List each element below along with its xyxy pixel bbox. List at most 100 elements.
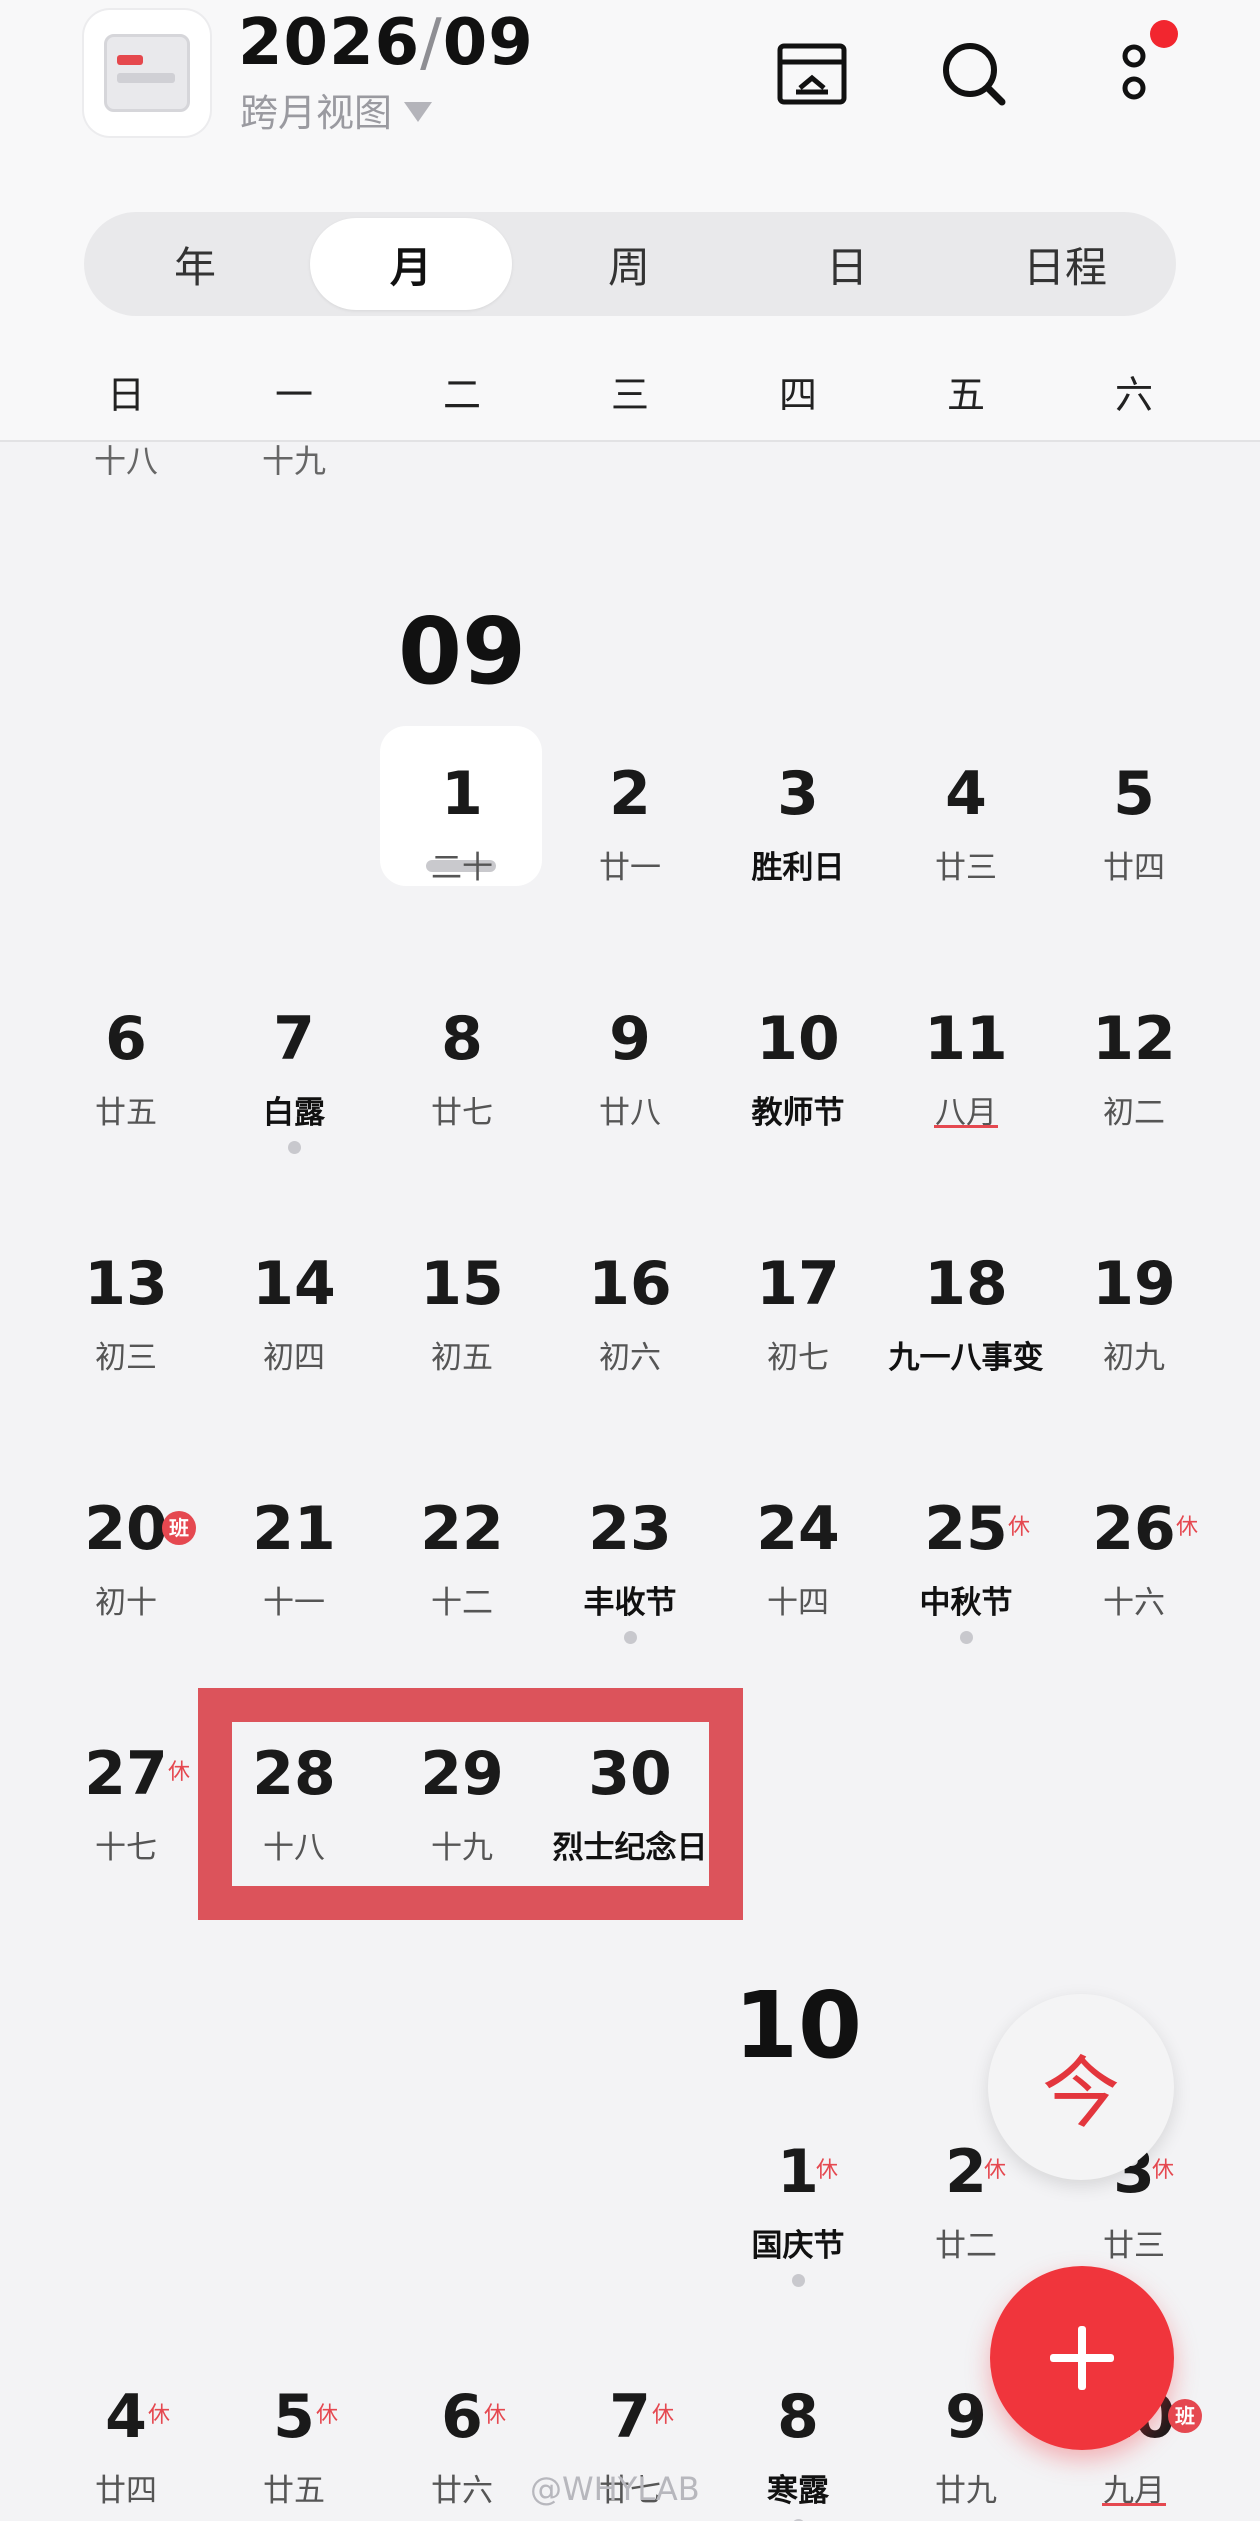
day-cell-sep-15[interactable]: 15 初五 <box>378 1248 546 1448</box>
day-number: 14 <box>252 1249 336 1319</box>
day-number: 15 <box>420 1249 504 1319</box>
holiday-label: 国庆节 <box>751 2228 845 2264</box>
holiday-label: 胜利日 <box>751 850 845 886</box>
day-cell-sep-2[interactable]: 2 廿一 <box>546 758 714 958</box>
lunar-date: 初二 <box>1103 1095 1165 1131</box>
day-cell-sep-18[interactable]: 18 九一八事变 <box>882 1248 1050 1448</box>
day-number: 6 <box>441 2382 483 2452</box>
lunar-date: 廿三 <box>1103 2228 1165 2264</box>
day-cell-sep-23[interactable]: 23 丰收节 <box>546 1493 714 1693</box>
day-number: 19 <box>1092 1249 1176 1319</box>
archive-icon[interactable] <box>774 36 850 112</box>
day-cell-oct-5[interactable]: 5 廿五 休 <box>210 2381 378 2521</box>
lunar-date: 廿七 <box>431 1095 493 1131</box>
day-cell-sep-10[interactable]: 10 教师节 <box>714 1003 882 1203</box>
day-number: 16 <box>588 1249 672 1319</box>
lunar-date: 初三 <box>95 1340 157 1376</box>
day-cell-sep-1[interactable]: 1 二十 <box>378 758 546 958</box>
event-dot <box>624 1631 637 1644</box>
day-cell-sep-27[interactable]: 27 十七 休 <box>42 1738 210 1938</box>
lunar-date: 十六 <box>1103 1585 1165 1621</box>
lunar-date: 廿八 <box>599 1095 661 1131</box>
lunar-date: 十四 <box>767 1585 829 1621</box>
lunar-date: 廿三 <box>935 850 997 886</box>
today-button[interactable]: 今 <box>988 1994 1174 2180</box>
day-number: 7 <box>273 1004 315 1074</box>
add-event-button[interactable] <box>990 2266 1174 2450</box>
solar-term-label: 白露 <box>263 1095 325 1131</box>
day-number: 24 <box>756 1494 840 1564</box>
day-number: 11 <box>924 1004 1008 1074</box>
day-cell-sep-11[interactable]: 11 八月 <box>882 1003 1050 1203</box>
day-cell-oct-1[interactable]: 1 国庆节 休 <box>714 2136 882 2336</box>
day-number: 4 <box>105 2382 147 2452</box>
lunar-date: 初九 <box>1103 1340 1165 1376</box>
tab-year[interactable]: 年 <box>94 218 296 310</box>
event-dot <box>288 1141 301 1154</box>
highlight-box <box>198 1688 743 1920</box>
day-cell-sep-7[interactable]: 7 白露 <box>210 1003 378 1203</box>
app-icon[interactable] <box>84 10 210 136</box>
day-cell-sep-25[interactable]: 25 中秋节 休 <box>882 1493 1050 1693</box>
day-number: 12 <box>1092 1004 1176 1074</box>
day-cell-sep-4[interactable]: 4 廿三 <box>882 758 1050 958</box>
header: 2026/09 跨月视图 年 月 周 日 日程 日 一 二 三 四 五 六 <box>0 0 1260 442</box>
prev-month-lunar[interactable]: 十九 <box>210 436 378 482</box>
notification-dot <box>1150 20 1178 48</box>
rest-badge: 休 <box>1176 1515 1199 1540</box>
tab-day[interactable]: 日 <box>746 218 948 310</box>
view-tabs: 年 月 周 日 日程 <box>84 212 1176 316</box>
tab-month[interactable]: 月 <box>310 218 512 310</box>
title-year: 2026 <box>238 6 421 80</box>
search-icon[interactable] <box>936 36 1012 112</box>
day-cell-sep-8[interactable]: 8 廿七 <box>378 1003 546 1203</box>
lunar-date: 廿四 <box>95 2473 157 2509</box>
day-cell-sep-20[interactable]: 20 初十 班 <box>42 1493 210 1693</box>
day-cell-sep-3[interactable]: 3 胜利日 <box>714 758 882 958</box>
day-number: 18 <box>924 1249 1008 1319</box>
day-number: 2 <box>609 759 651 829</box>
holiday-label: 九一八事变 <box>888 1340 1044 1376</box>
day-cell-sep-16[interactable]: 16 初六 <box>546 1248 714 1448</box>
rest-badge: 休 <box>168 1760 191 1785</box>
day-cell-oct-4[interactable]: 4 廿四 休 <box>42 2381 210 2521</box>
day-cell-sep-14[interactable]: 14 初四 <box>210 1248 378 1448</box>
rest-badge: 休 <box>1008 1515 1031 1540</box>
day-cell-sep-26[interactable]: 26 十六 休 <box>1050 1493 1218 1693</box>
day-number: 1 <box>441 759 483 829</box>
tab-schedule[interactable]: 日程 <box>964 218 1166 310</box>
rest-badge: 休 <box>484 2403 507 2428</box>
tab-week[interactable]: 周 <box>528 218 730 310</box>
day-number: 8 <box>441 1004 483 1074</box>
event-dot <box>960 1631 973 1644</box>
event-dot <box>792 2274 805 2287</box>
day-cell-sep-6[interactable]: 6 廿五 <box>42 1003 210 1203</box>
day-cell-sep-9[interactable]: 9 廿八 <box>546 1003 714 1203</box>
day-cell-sep-5[interactable]: 5 廿四 <box>1050 758 1218 958</box>
view-mode-dropdown[interactable]: 跨月视图 <box>240 82 433 137</box>
day-cell-sep-24[interactable]: 24 十四 <box>714 1493 882 1693</box>
prev-month-lunar[interactable]: 十八 <box>42 436 210 482</box>
day-cell-sep-13[interactable]: 13 初三 <box>42 1248 210 1448</box>
lunar-date: 廿六 <box>431 2473 493 2509</box>
lunar-month-underline <box>934 1125 998 1128</box>
day-cell-sep-21[interactable]: 21 十一 <box>210 1493 378 1693</box>
day-cell-sep-17[interactable]: 17 初七 <box>714 1248 882 1448</box>
day-number: 5 <box>273 2382 315 2452</box>
lunar-date: 十七 <box>95 1830 157 1866</box>
card-red-bar <box>117 55 143 65</box>
day-number: 21 <box>252 1494 336 1564</box>
month-label-september: 09 <box>397 598 527 705</box>
weekday-wed: 三 <box>610 373 649 417</box>
calendar-app: 2026/09 跨月视图 年 月 周 日 日程 日 一 二 三 四 五 六 十八… <box>0 0 1260 2521</box>
day-cell-sep-22[interactable]: 22 十二 <box>378 1493 546 1693</box>
day-cell-oct-6[interactable]: 6 廿六 休 <box>378 2381 546 2521</box>
card-grey-bar <box>117 73 175 83</box>
day-number: 8 <box>777 2382 819 2452</box>
day-number: 5 <box>1113 759 1155 829</box>
day-cell-sep-12[interactable]: 12 初二 <box>1050 1003 1218 1203</box>
day-cell-sep-19[interactable]: 19 初九 <box>1050 1248 1218 1448</box>
month-title[interactable]: 2026/09 <box>238 6 534 80</box>
day-cell-oct-8[interactable]: 8 寒露 <box>714 2381 882 2521</box>
weekday-fri: 五 <box>946 373 985 417</box>
